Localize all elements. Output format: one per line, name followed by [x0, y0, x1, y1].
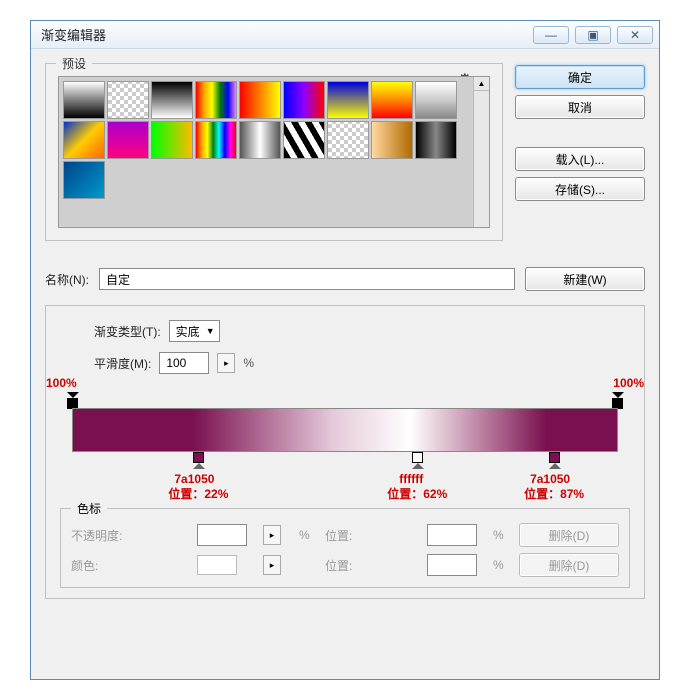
preset-swatch[interactable] — [195, 121, 237, 159]
preset-swatch[interactable] — [327, 121, 369, 159]
name-input[interactable] — [99, 268, 515, 290]
position-label: 位置: — [325, 527, 421, 544]
preset-swatch[interactable] — [327, 81, 369, 119]
stop-pos-label: 位置：22% — [168, 485, 228, 502]
stop-pos-label: 位置：87% — [524, 485, 584, 502]
opacity-input — [197, 524, 247, 546]
stops-fieldset: 色标 不透明度: ▸ % 位置: % 删除(D) 颜色: ▸ 位 — [60, 508, 630, 588]
position-label: 位置: — [325, 557, 421, 574]
preset-swatch[interactable] — [239, 81, 281, 119]
opacity-label: 不透明度: — [71, 527, 191, 544]
pct-label: % — [493, 528, 513, 542]
presets-fieldset: 预设 ⚙▾ — [45, 63, 503, 241]
preset-swatch[interactable] — [371, 121, 413, 159]
save-button[interactable]: 存储(S)... — [515, 177, 645, 201]
window-controls: — ▣ ✕ — [533, 26, 659, 44]
delete-color-button: 删除(D) — [519, 553, 619, 577]
preset-swatch[interactable] — [107, 121, 149, 159]
preset-scrollbar[interactable]: ▲ — [473, 77, 489, 227]
gradient-bar[interactable] — [72, 408, 618, 452]
opacity-stop[interactable] — [66, 392, 79, 409]
titlebar[interactable]: 渐变编辑器 — ▣ ✕ — [31, 21, 659, 49]
type-label: 渐变类型(T): — [94, 323, 161, 340]
type-selected: 实底 — [176, 323, 200, 340]
preset-swatch[interactable] — [151, 121, 193, 159]
dialog-content: 预设 ⚙▾ — [31, 49, 659, 679]
color-label: 颜色: — [71, 557, 191, 574]
stop-hex-label: 7a1050 — [174, 472, 214, 486]
smoothness-flyout-icon[interactable]: ▸ — [217, 353, 235, 373]
gradient-editor-window: 渐变编辑器 — ▣ ✕ 预设 ⚙▾ — [30, 20, 660, 680]
color-position-input — [427, 554, 477, 576]
color-flyout-icon: ▸ — [263, 555, 281, 575]
cancel-button[interactable]: 取消 — [515, 95, 645, 119]
preset-swatch[interactable] — [415, 121, 457, 159]
close-button[interactable]: ✕ — [617, 26, 653, 44]
preset-grid: ▲ — [58, 76, 490, 228]
stop-hex-label: 7a1050 — [530, 472, 570, 486]
color-stop[interactable] — [548, 452, 561, 469]
gradient-type-select[interactable]: 实底 ▼ — [169, 320, 220, 342]
load-button[interactable]: 载入(L)... — [515, 147, 645, 171]
gradient-edit-panel: 渐变类型(T): 实底 ▼ 平滑度(M): ▸ % 100% 100% — [45, 305, 645, 599]
preset-swatch[interactable] — [151, 81, 193, 119]
name-label: 名称(N): — [45, 271, 89, 288]
ok-button[interactable]: 确定 — [515, 65, 645, 89]
smoothness-label: 平滑度(M): — [94, 355, 151, 372]
delete-opacity-button: 删除(D) — [519, 523, 619, 547]
preset-swatch[interactable] — [415, 81, 457, 119]
opacity-flyout-icon: ▸ — [263, 525, 281, 545]
opacity-stop-label: 100% — [46, 376, 77, 390]
presets-legend: 预设 — [56, 55, 92, 72]
minimize-button[interactable]: — — [533, 26, 569, 44]
preset-swatch[interactable] — [371, 81, 413, 119]
preset-swatch[interactable] — [283, 121, 325, 159]
preset-swatch[interactable] — [63, 121, 105, 159]
pct-label: % — [299, 528, 319, 542]
stops-legend: 色标 — [71, 500, 107, 517]
new-button[interactable]: 新建(W) — [525, 267, 645, 291]
preset-swatch[interactable] — [283, 81, 325, 119]
color-swatch — [197, 555, 237, 575]
preset-swatch[interactable] — [195, 81, 237, 119]
opacity-stop[interactable] — [611, 392, 624, 409]
opacity-stop-label: 100% — [613, 376, 644, 390]
window-title: 渐变编辑器 — [41, 25, 533, 44]
preset-swatch[interactable] — [239, 121, 281, 159]
percent-label: % — [243, 356, 254, 370]
maximize-button[interactable]: ▣ — [575, 26, 611, 44]
preset-swatch[interactable] — [63, 81, 105, 119]
stop-pos-label: 位置：62% — [387, 485, 447, 502]
color-stop[interactable] — [192, 452, 205, 469]
opacity-position-input — [427, 524, 477, 546]
preset-swatch[interactable] — [107, 81, 149, 119]
stop-hex-label: ffffff — [399, 472, 423, 486]
pct-label: % — [493, 558, 513, 572]
color-stop[interactable] — [411, 452, 424, 469]
gradient-area: 100% 100% 7a1050 位置：22% ffffff 位置：62% 7a… — [60, 384, 630, 502]
smoothness-input[interactable] — [159, 352, 209, 374]
preset-swatch[interactable] — [63, 161, 105, 199]
chevron-down-icon: ▼ — [206, 326, 215, 336]
